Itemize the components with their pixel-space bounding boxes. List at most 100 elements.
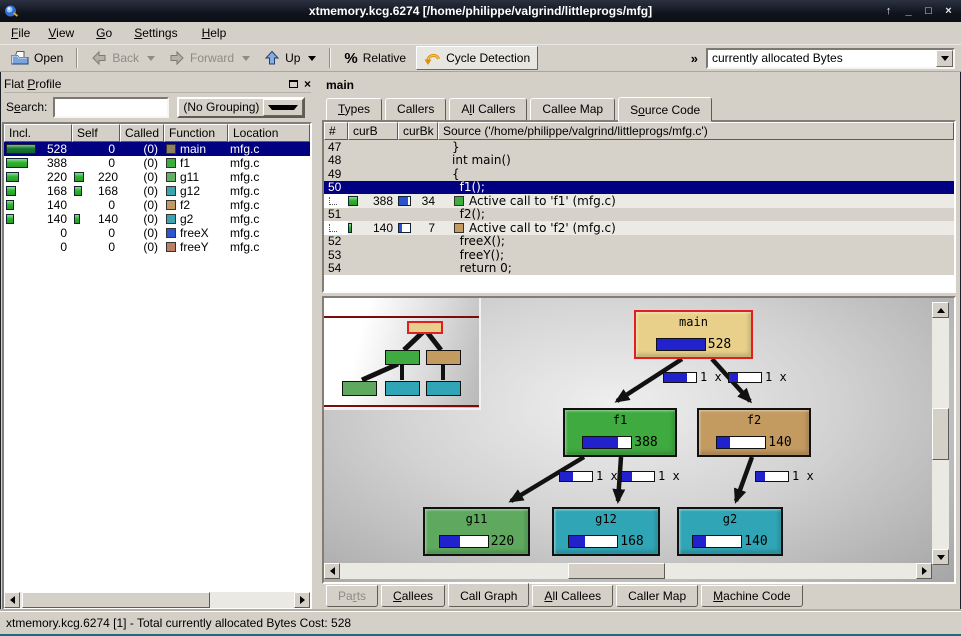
up-button[interactable]: Up xyxy=(257,46,323,70)
close-button[interactable]: × xyxy=(940,3,957,19)
event-type-combobox[interactable]: currently allocated Bytes xyxy=(706,48,955,69)
back-label: Back xyxy=(112,51,139,65)
menu-help[interactable]: Help xyxy=(193,23,236,43)
vscroll-thumb[interactable] xyxy=(932,408,949,460)
forward-button[interactable]: Forward xyxy=(162,46,257,70)
shade-button[interactable]: ↑ xyxy=(880,3,897,19)
dock-float-icon[interactable] xyxy=(289,80,298,88)
forward-icon xyxy=(169,50,185,66)
column-header-incl[interactable]: Incl. xyxy=(4,124,72,142)
source-line[interactable]: 54 return 0; xyxy=(324,262,954,276)
column-header-curb[interactable]: curB xyxy=(348,122,398,140)
flat-profile-dock-titlebar[interactable]: Flat Profile × xyxy=(4,75,311,93)
graph-node-g11[interactable]: g11 220 xyxy=(423,507,530,556)
panel-splitter[interactable] xyxy=(313,72,322,611)
relative-button[interactable]: % Relative xyxy=(337,46,413,70)
graph-node-main[interactable]: main 528 xyxy=(634,310,753,359)
tab-callees[interactable]: Callees xyxy=(381,585,445,607)
table-row-freeY[interactable]: 0 0 (0) freeY mfg.c xyxy=(4,240,310,254)
menu-view[interactable]: View xyxy=(39,23,83,43)
source-line[interactable]: 51 f2(); xyxy=(324,208,954,222)
column-header-function[interactable]: Function xyxy=(164,124,228,142)
graph-node-f1[interactable]: f1 388 xyxy=(563,408,677,457)
column-header-line[interactable]: # xyxy=(324,122,348,140)
cost-bar xyxy=(583,437,618,448)
tab-call-graph[interactable]: Call Graph xyxy=(448,583,529,607)
source-line[interactable]: 52 freeX(); xyxy=(324,235,954,249)
source-line[interactable]: 48int main() xyxy=(324,154,954,168)
source-line[interactable]: 49{ xyxy=(324,167,954,181)
source-call-row-f2[interactable]: 140 7 Active call to 'f2' (mfg.c) xyxy=(324,221,954,235)
tab-types[interactable]: Types xyxy=(326,98,382,121)
incl-bar xyxy=(6,200,14,210)
column-header-called[interactable]: Called xyxy=(120,124,164,142)
menu-settings[interactable]: Settings xyxy=(125,23,186,43)
tab-all-callees[interactable]: All Callees xyxy=(532,585,613,607)
table-row-main[interactable]: 528 0 (0) main mfg.c xyxy=(4,142,310,156)
column-header-self[interactable]: Self xyxy=(72,124,120,142)
table-row-f1[interactable]: 388 0 (0) f1 mfg.c xyxy=(4,156,310,170)
back-dropdown-icon[interactable] xyxy=(147,56,155,61)
arrow-down-icon xyxy=(937,555,945,560)
table-row-f2[interactable]: 140 0 (0) f2 mfg.c xyxy=(4,198,310,212)
tab-all-callers[interactable]: All Callers xyxy=(449,98,527,121)
search-input[interactable] xyxy=(53,97,169,118)
tab-source-code[interactable]: Source Code xyxy=(618,97,712,122)
cost-bar xyxy=(717,437,730,448)
arrow-up-icon xyxy=(937,308,945,313)
source-line[interactable]: 53 freeY(); xyxy=(324,248,954,262)
tab-callee-map[interactable]: Callee Map xyxy=(530,98,615,121)
graph-node-g12[interactable]: g12 168 xyxy=(552,507,660,556)
function-color-icon xyxy=(166,158,176,168)
grouping-combobox[interactable]: (No Grouping) xyxy=(177,97,305,118)
column-header-curbk[interactable]: curBk xyxy=(398,122,438,140)
hscroll-thumb[interactable] xyxy=(22,592,210,608)
open-button[interactable]: Open xyxy=(4,46,70,70)
call-graph-panel[interactable]: main 528 f1 388 f2 140 g11 220 g12 168 g… xyxy=(322,296,956,584)
chevron-down-icon xyxy=(941,56,949,61)
back-button[interactable]: Back xyxy=(84,46,162,70)
table-row-g2[interactable]: 140 140 (0) g2 mfg.c xyxy=(4,212,310,226)
graph-node-f2[interactable]: f2 140 xyxy=(697,408,811,457)
tab-parts[interactable]: Parts xyxy=(326,585,378,607)
scroll-up-button[interactable] xyxy=(932,302,949,318)
chevron-down-icon xyxy=(268,105,298,110)
tab-caller-map[interactable]: Caller Map xyxy=(616,585,698,607)
scroll-right-button[interactable] xyxy=(294,592,310,608)
hscroll-thumb[interactable] xyxy=(568,563,665,579)
table-row-g12[interactable]: 168 168 (0) g12 mfg.c xyxy=(4,184,310,198)
event-type-value: currently allocated Bytes xyxy=(708,51,936,65)
maximize-button[interactable]: □ xyxy=(920,3,937,19)
tab-machine-code[interactable]: Machine Code xyxy=(701,585,802,607)
menu-go[interactable]: Go xyxy=(87,23,121,43)
title-bar[interactable]: xtmemory.kcg.6274 [/home/philippe/valgri… xyxy=(0,0,961,22)
source-call-row-f1[interactable]: 388 34 Active call to 'f1' (mfg.c) xyxy=(324,194,954,208)
source-line-selected[interactable]: 50 f1(); xyxy=(324,181,954,195)
function-color-icon xyxy=(166,172,176,182)
graph-overview-minimap[interactable] xyxy=(324,298,481,410)
event-type-dropdown-button[interactable] xyxy=(936,50,953,67)
source-line[interactable]: 47} xyxy=(324,140,954,154)
table-row-freeX[interactable]: 0 0 (0) freeX mfg.c xyxy=(4,226,310,240)
forward-dropdown-icon[interactable] xyxy=(242,56,250,61)
column-header-location[interactable]: Location xyxy=(228,124,310,142)
column-header-source[interactable]: Source ('/home/philippe/valgrind/littlep… xyxy=(438,122,954,140)
up-dropdown-icon[interactable] xyxy=(308,56,316,61)
flat-profile-hscrollbar[interactable] xyxy=(4,592,310,608)
scroll-left-button[interactable] xyxy=(324,563,340,579)
minimize-button[interactable]: _ xyxy=(900,3,917,19)
menu-file[interactable]: File xyxy=(2,23,39,43)
scroll-down-button[interactable] xyxy=(932,549,949,565)
scroll-left-button[interactable] xyxy=(4,592,20,608)
edge-label-main-f1: 1 x xyxy=(663,370,722,384)
graph-hscrollbar[interactable] xyxy=(324,563,932,579)
graph-node-g2[interactable]: g2 140 xyxy=(677,507,783,556)
scroll-right-button[interactable] xyxy=(916,563,932,579)
tab-callers[interactable]: Callers xyxy=(385,98,446,121)
grouping-dropdown-button[interactable] xyxy=(263,99,303,116)
toolbar-overflow-button[interactable]: » xyxy=(687,49,702,68)
dock-close-icon[interactable]: × xyxy=(304,79,311,89)
graph-vscrollbar[interactable] xyxy=(932,302,949,565)
cycle-detection-button[interactable]: Cycle Detection xyxy=(416,46,538,70)
table-row-g11[interactable]: 220 220 (0) g11 mfg.c xyxy=(4,170,310,184)
